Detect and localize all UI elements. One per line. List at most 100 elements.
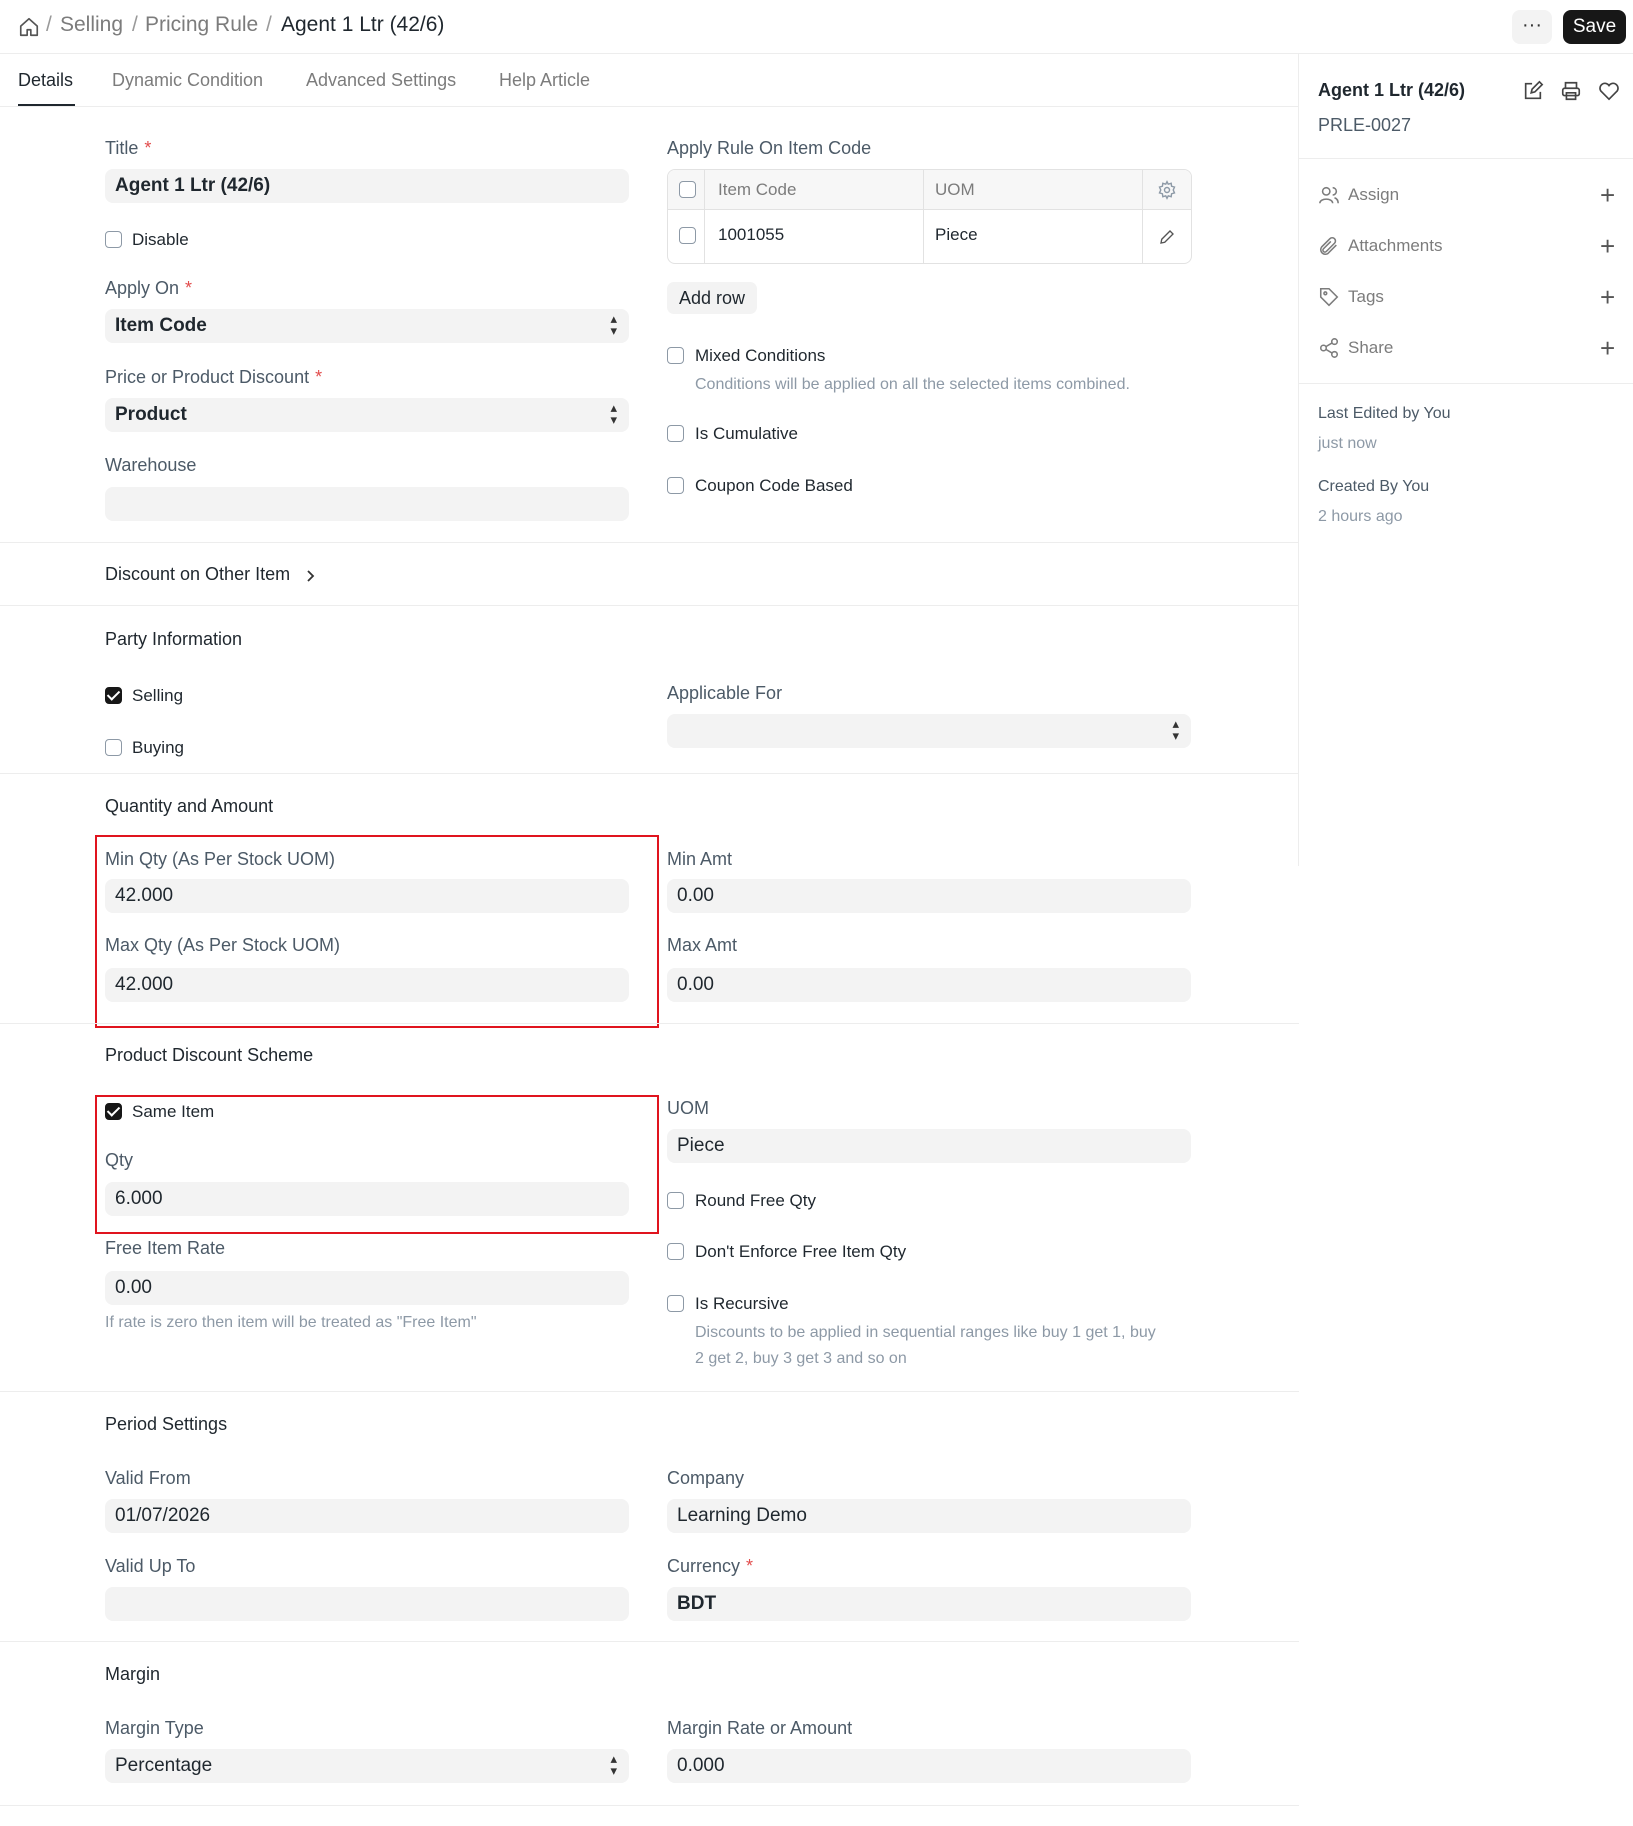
selling-checkbox[interactable] [105, 687, 122, 704]
free-item-rate-input[interactable]: 0.00 [105, 1271, 629, 1305]
margin-rate-or-amount-label: Margin Rate or Amount [667, 1718, 853, 1738]
sidebar-divider-line [1299, 158, 1633, 159]
coupon-code-based-label: Coupon Code Based [695, 476, 853, 495]
apply-on-label: Apply On * [105, 278, 193, 298]
select-arrows-icon: ▴ ▾ [610, 400, 617, 427]
item-code-table: Item Code UOM 1001055 Piece [667, 169, 1192, 264]
last-edited-time: just now [1318, 435, 1377, 452]
selling-label: Selling [132, 686, 184, 705]
coupon-code-based-checkbox[interactable] [667, 477, 684, 494]
select-arrows-icon: ▴ ▾ [610, 311, 617, 338]
user-icon [1319, 186, 1339, 204]
sidebar-divider [1298, 54, 1299, 866]
highlight-box-free-qty [95, 1095, 659, 1234]
sidebar-doc-id: PRLE-0027 [1318, 115, 1412, 135]
highlight-box-qty [95, 835, 659, 1028]
more-actions-button[interactable]: ··· [1512, 10, 1552, 44]
currency-label: Currency * [667, 1556, 754, 1576]
currency-input[interactable]: BDT [667, 1587, 1191, 1621]
uom-input[interactable]: Piece [667, 1129, 1191, 1163]
share-icon [1319, 338, 1339, 358]
valid-up-to-input[interactable] [105, 1587, 629, 1621]
gear-icon[interactable] [1157, 180, 1177, 200]
column-divider [923, 170, 924, 263]
sidebar-share[interactable]: Share [1348, 338, 1393, 358]
pencil-icon[interactable] [1158, 228, 1176, 246]
sidebar-divider-line [1299, 383, 1633, 384]
party-information-title: Party Information [105, 629, 243, 649]
min-amt-label: Min Amt [667, 849, 733, 869]
add-row-button[interactable]: Add row [667, 282, 757, 314]
margin-rate-or-amount-input[interactable]: 0.000 [667, 1749, 1191, 1783]
paperclip-icon [1319, 236, 1337, 256]
add-share-icon[interactable]: + [1600, 335, 1615, 361]
created-by: Created By You [1318, 478, 1430, 495]
save-button[interactable]: Save [1563, 10, 1626, 44]
applicable-for-select[interactable]: ▴ ▾ [667, 714, 1191, 748]
is-recursive-help-line1: Discounts to be applied in sequential ra… [695, 1324, 1156, 1341]
item-code-cell[interactable]: 1001055 [718, 225, 784, 245]
home-icon[interactable] [18, 16, 40, 38]
tab-dynamic-condition[interactable]: Dynamic Condition [112, 70, 263, 91]
section-divider [0, 542, 1299, 543]
select-all-checkbox[interactable] [679, 181, 696, 198]
product-discount-scheme-title: Product Discount Scheme [105, 1045, 314, 1065]
sidebar-assign[interactable]: Assign [1348, 185, 1399, 205]
breadcrumb-selling[interactable]: Selling [60, 13, 123, 37]
margin-title: Margin [105, 1664, 161, 1684]
apply-on-select[interactable]: Item Code ▴ ▾ [105, 309, 629, 343]
buying-checkbox[interactable] [105, 739, 122, 756]
free-item-rate-help: If rate is zero then item will be treate… [105, 1314, 477, 1331]
buying-label: Buying [132, 738, 184, 757]
tab-advanced-settings[interactable]: Advanced Settings [306, 70, 456, 91]
add-attachment-icon[interactable]: + [1600, 233, 1615, 259]
breadcrumb-pricing-rule[interactable]: Pricing Rule [145, 13, 258, 37]
breadcrumb-separator: / [46, 13, 52, 36]
valid-up-to-label: Valid Up To [105, 1556, 196, 1576]
dont-enforce-free-item-qty-label: Don't Enforce Free Item Qty [695, 1242, 907, 1261]
column-header-uom: UOM [935, 180, 975, 199]
uom-cell[interactable]: Piece [935, 225, 978, 245]
is-cumulative-label: Is Cumulative [695, 424, 798, 443]
column-divider [1142, 170, 1143, 263]
price-or-product-discount-select[interactable]: Product ▴ ▾ [105, 398, 629, 432]
valid-from-input[interactable]: 01/07/2026 [105, 1499, 629, 1533]
chevron-right-icon [307, 570, 315, 582]
discount-on-other-item-toggle[interactable]: Discount on Other Item [105, 564, 290, 585]
section-divider [0, 1023, 1299, 1024]
tab-help-article[interactable]: Help Article [499, 70, 590, 91]
applicable-for-label: Applicable For [667, 683, 783, 703]
tab-details[interactable]: Details [18, 70, 73, 91]
add-assign-icon[interactable]: + [1600, 182, 1615, 208]
select-arrows-icon: ▴ ▾ [610, 1751, 617, 1778]
row-checkbox[interactable] [679, 227, 696, 244]
is-recursive-label: Is Recursive [695, 1294, 789, 1313]
round-free-qty-checkbox[interactable] [667, 1192, 684, 1209]
warehouse-input[interactable] [105, 487, 629, 521]
is-cumulative-checkbox[interactable] [667, 425, 684, 442]
last-edited-by: Last Edited by You [1318, 405, 1451, 422]
sidebar-attachments[interactable]: Attachments [1348, 236, 1443, 256]
min-amt-input[interactable]: 0.00 [667, 879, 1191, 913]
heart-icon[interactable] [1598, 81, 1620, 101]
column-header-item-code: Item Code [718, 180, 797, 199]
add-tag-icon[interactable]: + [1600, 284, 1615, 310]
apply-rule-on-item-code-label: Apply Rule On Item Code [667, 138, 872, 158]
section-divider [0, 605, 1299, 606]
margin-type-select[interactable]: Percentage ▴ ▾ [105, 1749, 629, 1783]
sidebar-tags[interactable]: Tags [1348, 287, 1384, 307]
printer-icon[interactable] [1560, 80, 1582, 102]
disable-checkbox[interactable] [105, 231, 122, 248]
section-divider [0, 1641, 1299, 1642]
mixed-conditions-checkbox[interactable] [667, 347, 684, 364]
select-arrows-icon: ▴ ▾ [1172, 716, 1179, 743]
title-input[interactable]: Agent 1 Ltr (42/6) [105, 169, 629, 203]
max-amt-input[interactable]: 0.00 [667, 968, 1191, 1002]
edit-icon[interactable] [1522, 80, 1544, 102]
dont-enforce-free-item-qty-checkbox[interactable] [667, 1243, 684, 1260]
is-recursive-checkbox[interactable] [667, 1295, 684, 1312]
free-item-rate-label: Free Item Rate [105, 1238, 226, 1258]
company-input[interactable]: Learning Demo [667, 1499, 1191, 1533]
quantity-and-amount-title: Quantity and Amount [105, 796, 274, 816]
section-divider [0, 1391, 1299, 1392]
